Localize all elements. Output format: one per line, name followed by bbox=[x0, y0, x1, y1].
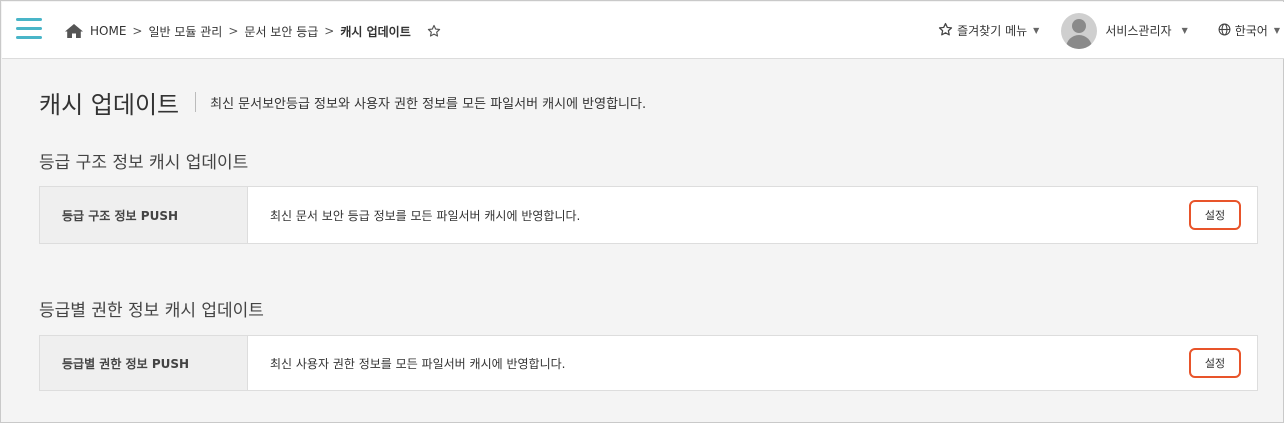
setting-row-structure-push: 등급 구조 정보 PUSH 최신 문서 보안 등급 정보를 모든 파일서버 캐시… bbox=[39, 186, 1258, 244]
title-divider bbox=[195, 92, 197, 112]
breadcrumb-separator: > bbox=[132, 24, 143, 38]
app-frame: HOME > 일반 모듈 관리 > 문서 보안 등급 > 캐시 업데이트 즐겨찾… bbox=[0, 0, 1284, 423]
favorites-menu[interactable]: 즐겨찾기 메뉴 ▼ bbox=[938, 22, 1039, 40]
breadcrumb: HOME > 일반 모듈 관리 > 문서 보안 등급 > 캐시 업데이트 bbox=[64, 21, 441, 41]
breadcrumb-separator: > bbox=[324, 24, 335, 38]
user-name: 서비스관리자 bbox=[1105, 24, 1172, 38]
breadcrumb-separator: > bbox=[228, 24, 239, 38]
structure-settings-button[interactable]: 설정 bbox=[1189, 200, 1241, 230]
language-selector[interactable]: 한국어 ▼ bbox=[1218, 22, 1280, 39]
chevron-down-icon: ▼ bbox=[1181, 26, 1188, 35]
section-title-permission: 등급별 권한 정보 캐시 업데이트 bbox=[39, 301, 264, 321]
section-title-structure: 등급 구조 정보 캐시 업데이트 bbox=[39, 153, 249, 173]
permission-settings-button[interactable]: 설정 bbox=[1189, 348, 1241, 378]
star-icon[interactable] bbox=[427, 24, 441, 38]
page-description: 최신 문서보안등급 정보와 사용자 권한 정보를 모든 파일서버 캐시에 반영합… bbox=[210, 96, 647, 112]
setting-row-permission-push: 등급별 권한 정보 PUSH 최신 사용자 권한 정보를 모든 파일서버 캐시에… bbox=[39, 335, 1258, 391]
favorites-label: 즐겨찾기 메뉴 bbox=[957, 24, 1028, 38]
star-outline-icon bbox=[938, 22, 953, 40]
chevron-down-icon: ▼ bbox=[1273, 26, 1280, 35]
user-menu[interactable]: 서비스관리자 ▼ bbox=[1061, 12, 1188, 49]
avatar bbox=[1061, 12, 1098, 49]
breadcrumb-home[interactable]: HOME bbox=[90, 24, 126, 38]
page-title: 캐시 업데이트 bbox=[39, 90, 180, 119]
breadcrumb-current: 캐시 업데이트 bbox=[340, 24, 411, 39]
language-label: 한국어 bbox=[1234, 24, 1268, 38]
row-label: 등급별 권한 정보 PUSH bbox=[40, 336, 248, 390]
page-header: 캐시 업데이트 최신 문서보안등급 정보와 사용자 권한 정보를 모든 파일서버… bbox=[39, 85, 646, 119]
home-icon[interactable] bbox=[64, 23, 84, 39]
globe-icon bbox=[1218, 23, 1231, 39]
row-description: 최신 문서 보안 등급 정보를 모든 파일서버 캐시에 반영합니다. bbox=[270, 208, 581, 223]
row-description: 최신 사용자 권한 정보를 모든 파일서버 캐시에 반영합니다. bbox=[270, 356, 566, 371]
row-label: 등급 구조 정보 PUSH bbox=[40, 187, 248, 243]
top-right-controls: 즐겨찾기 메뉴 ▼ 서비스관리자 ▼ 한국어 ▼ bbox=[938, 2, 1284, 59]
breadcrumb-general-module[interactable]: 일반 모듈 관리 bbox=[148, 23, 222, 40]
breadcrumb-security-level[interactable]: 문서 보안 등급 bbox=[244, 23, 318, 40]
top-bar: HOME > 일반 모듈 관리 > 문서 보안 등급 > 캐시 업데이트 즐겨찾… bbox=[2, 2, 1284, 59]
chevron-down-icon: ▼ bbox=[1033, 26, 1040, 35]
hamburger-menu-icon[interactable] bbox=[16, 18, 42, 40]
